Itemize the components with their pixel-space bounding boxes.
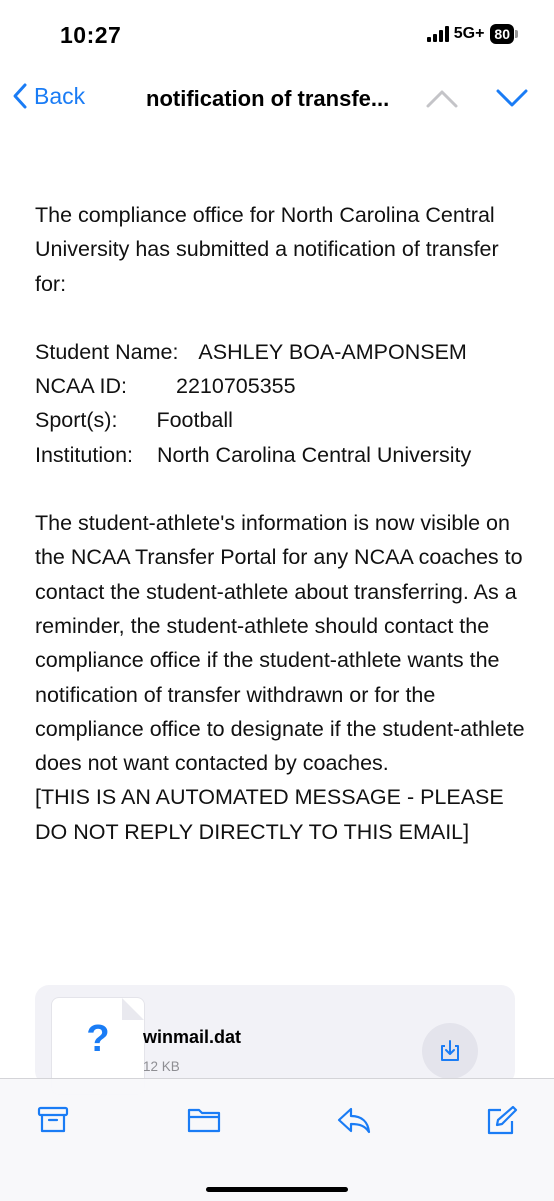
move-to-folder-button[interactable]: [186, 1105, 222, 1140]
field-sport: Sport(s): Football: [35, 403, 525, 437]
unknown-file-glyph: ?: [86, 1018, 110, 1060]
archive-button[interactable]: [37, 1105, 69, 1140]
field-label: NCAA ID:: [35, 374, 127, 399]
reply-button[interactable]: [336, 1105, 372, 1140]
field-label: Institution:: [35, 442, 133, 467]
home-indicator: [206, 1187, 348, 1192]
download-button[interactable]: [422, 1023, 478, 1079]
status-bar: 10:27 5G+ 80: [0, 0, 554, 62]
network-label: 5G+: [453, 25, 485, 42]
chevron-down-icon: [496, 89, 528, 107]
archive-icon: [37, 1106, 69, 1133]
bottom-toolbar: [0, 1078, 554, 1201]
email-body: The compliance office for North Carolina…: [35, 198, 525, 849]
attachment-size: 12 KB: [143, 1059, 180, 1074]
next-message-button[interactable]: [494, 86, 530, 115]
nav-bar: Back notification of transfe...: [0, 68, 554, 128]
field-value: Football: [156, 408, 233, 433]
field-label: Sport(s):: [35, 408, 118, 433]
email-subject-title: notification of transfe...: [146, 86, 390, 111]
attachment-card[interactable]: ? winmail.dat 12 KB: [35, 985, 515, 1095]
field-label: Student Name:: [35, 339, 179, 364]
field-student-name: Student Name: ASHLEY BOA-AMPONSEM: [35, 335, 525, 369]
signal-icon: [426, 26, 449, 42]
automated-message-note: [THIS IS AN AUTOMATED MESSAGE - PLEASE D…: [35, 785, 504, 844]
field-institution: Institution: North Carolina Central Unive…: [35, 438, 525, 472]
back-label: Back: [34, 82, 86, 109]
field-value: ASHLEY BOA-AMPONSEM: [198, 339, 467, 364]
email-intro: The compliance office for North Carolina…: [35, 203, 499, 296]
chevron-up-icon: [426, 90, 458, 108]
chevron-left-icon: [13, 83, 27, 109]
download-icon: [441, 1040, 459, 1061]
field-value: 2210705355: [176, 374, 296, 399]
status-time: 10:27: [60, 22, 122, 48]
email-body-paragraph: The student-athlete's information is now…: [35, 511, 525, 776]
attachment-filename: winmail.dat: [143, 1027, 242, 1047]
back-button[interactable]: Back: [12, 82, 85, 110]
compose-button[interactable]: [484, 1105, 518, 1142]
battery-icon: 80: [490, 24, 514, 44]
field-ncaa-id: NCAA ID: 2210705355: [35, 369, 525, 403]
status-indicators: 5G+ 80: [426, 24, 518, 44]
field-value: North Carolina Central University: [157, 442, 472, 467]
reply-icon: [337, 1107, 371, 1134]
previous-message-button[interactable]: [424, 86, 460, 115]
battery-tip: [515, 30, 518, 38]
compose-icon: [487, 1105, 518, 1135]
folder-icon: [187, 1108, 221, 1133]
